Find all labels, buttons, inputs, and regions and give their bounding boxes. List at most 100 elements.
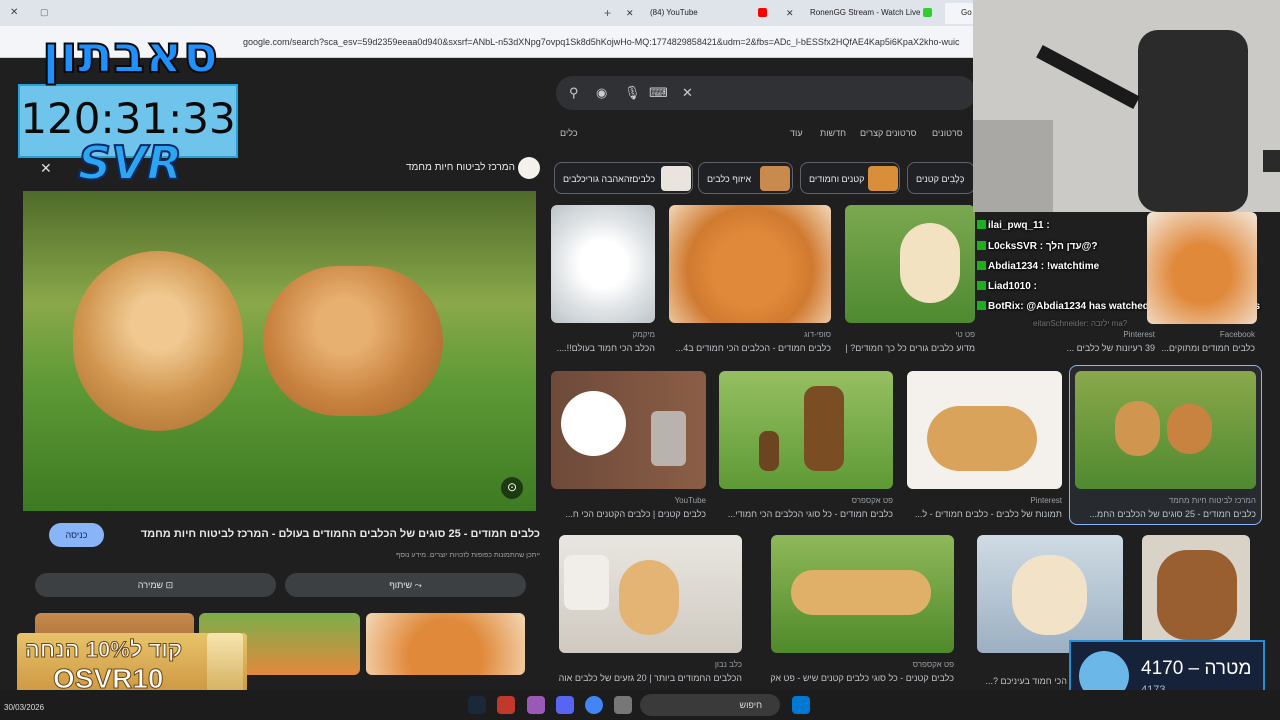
chat-user: L0cksSVR	[988, 241, 1037, 252]
result-image[interactable]	[845, 205, 975, 323]
tab-tools[interactable]: כלים	[560, 128, 578, 138]
tab-google[interactable]: Go	[945, 3, 975, 24]
result-image[interactable]	[551, 205, 655, 323]
result-image[interactable]	[907, 371, 1062, 489]
result-caption[interactable]: כלבים חמודים - הכלבים הכי חמודים ב4...	[669, 343, 831, 353]
site-logo-icon	[518, 157, 540, 179]
tab-label: (84) YouTube	[650, 8, 698, 17]
lens-search-icon[interactable]: ⊙	[501, 477, 523, 499]
search-nav-tabs: סרטונים סרטונים קצרים חדשות עוד כלים	[560, 128, 970, 142]
result-caption[interactable]: כלבים חמודים - כל סוגי הכלבים הכי חמודי.…	[719, 509, 893, 519]
chat-text: !watchtime	[1046, 261, 1100, 272]
subathon-logo: סאבתון	[41, 24, 219, 86]
chat-ghost-line: eitanSchneider: ילזבה ma?	[1033, 319, 1128, 328]
discord-icon[interactable]	[556, 696, 574, 714]
result-source: Facebook	[1219, 330, 1255, 339]
chip[interactable]: כלביםזהאהבה גוריכלבים	[554, 162, 693, 194]
tab-youtube[interactable]: ✕ (84) YouTube	[620, 3, 770, 24]
chip-thumbnail	[868, 166, 898, 191]
preview-image[interactable]: ⊙	[23, 191, 536, 511]
result-caption[interactable]: הכלב הכי חמוד בעולם!!....	[551, 343, 655, 353]
related-thumbnail[interactable]	[366, 613, 525, 675]
share-icon: ⤳	[414, 580, 422, 590]
result-source: Pinterest	[1123, 330, 1155, 339]
result-caption[interactable]: תמונות של כלבים - כלבים חמודים - ל...	[907, 509, 1062, 519]
related-chips: כְּלָבִים קטנים קטנים וחמודים איזוף כלבי…	[535, 162, 975, 194]
url-text[interactable]: google.com/search?sca_esv=59d2359eeaa0d9…	[243, 37, 973, 47]
result-caption[interactable]: כלבים קטנים - כל סוגי כלבים קטנים שיש - …	[771, 673, 954, 683]
search-label: חיפוש	[739, 700, 762, 710]
result-caption[interactable]: הכלבים החמודים ביותר | 20 גזעים של כלבים…	[559, 673, 742, 683]
preview-site-name[interactable]: המרכז לביטוח חיות מחמד	[345, 162, 515, 173]
badge-icon	[977, 261, 986, 270]
svr-logo: SVR	[77, 135, 183, 191]
taskbar-search[interactable]: חיפוש	[640, 694, 780, 716]
result-image[interactable]	[1147, 212, 1257, 324]
badge-icon	[977, 220, 986, 229]
webcam-feed	[973, 0, 1280, 212]
badge-icon	[977, 301, 986, 310]
result-source: פט אקספרס	[912, 660, 954, 669]
close-icon[interactable]: ✕	[40, 160, 52, 177]
new-tab-icon[interactable]: +	[604, 6, 611, 20]
clear-icon[interactable]: ✕	[682, 85, 693, 101]
result-source: פט אקספרס	[851, 496, 893, 505]
visit-button[interactable]: כניסה	[49, 523, 104, 547]
result-caption[interactable]: מדוע כלבים גורים כל כך חמודים? | Petnet	[845, 343, 975, 353]
chrome-icon[interactable]	[585, 696, 603, 714]
result-image[interactable]	[977, 535, 1123, 653]
tab-more[interactable]: עוד	[790, 128, 803, 138]
app-icon[interactable]	[527, 696, 545, 714]
tab-news[interactable]: חדשות	[820, 128, 846, 138]
result-image[interactable]	[559, 535, 742, 653]
app-icon[interactable]	[614, 696, 632, 714]
taskbar: 30/03/2026 חיפוש	[0, 690, 1280, 720]
tab-stream[interactable]: ✕ RonenGG Stream - Watch Live	[780, 3, 945, 24]
search-icon[interactable]: ⚲	[569, 85, 579, 101]
tab-label: Go	[961, 8, 972, 17]
result-source: YouTube	[674, 496, 706, 505]
result-caption[interactable]: הכי חמוד בעיניכם ?...	[977, 676, 1067, 686]
lens-icon[interactable]: ◉	[596, 85, 607, 101]
result-source: כלב נבון	[714, 660, 742, 669]
chip-label: איזוף כלבים	[707, 174, 752, 184]
promo-text: קוד ל10% הנחה	[24, 637, 183, 663]
result-source: סופי-דוג	[804, 330, 831, 339]
bookmark-icon: ⊡	[165, 580, 174, 590]
close-icon[interactable]: ✕	[10, 7, 18, 18]
tab-close-icon[interactable]: ✕	[786, 8, 794, 19]
result-image[interactable]	[771, 535, 954, 653]
tab-shorts[interactable]: סרטונים קצרים	[860, 128, 916, 138]
chat-user: Liad1010	[988, 281, 1031, 292]
result-caption[interactable]: 39 רעיונות של כלבים ...	[1040, 343, 1155, 353]
result-image[interactable]	[719, 371, 893, 489]
app-icon[interactable]	[497, 696, 515, 714]
search-box[interactable]: ⚲ ◉ 🎙 ⌨ ✕	[556, 76, 976, 110]
result-caption[interactable]: כלבים חמודים - 25 סוגים של הכלבים החמ...	[1075, 509, 1256, 519]
save-button[interactable]: שמירה ⊡	[35, 573, 276, 597]
tab-videos[interactable]: סרטונים	[932, 128, 963, 138]
result-caption[interactable]: כלבים חמודים ומתוקים...	[1160, 343, 1255, 353]
windows-start-icon[interactable]	[792, 696, 810, 714]
result-image[interactable]	[669, 205, 831, 323]
mic-icon[interactable]: 🎙	[624, 85, 641, 101]
taskbar-date: 30/03/2026	[4, 703, 45, 712]
result-image[interactable]	[1142, 535, 1250, 653]
chip[interactable]: כְּלָבִים קטנים	[907, 162, 975, 194]
chip-label: כְּלָבִים קטנים	[916, 174, 965, 184]
tab-close-icon[interactable]: ✕	[626, 8, 634, 19]
chip[interactable]: איזוף כלבים	[698, 162, 793, 194]
chip-thumbnail	[760, 166, 790, 191]
kick-icon	[923, 8, 932, 17]
preview-title[interactable]: כלבים חמודים - 25 סוגים של הכלבים החמודי…	[115, 528, 540, 540]
chip[interactable]: קטנים וחמודים	[800, 162, 900, 194]
keyboard-icon[interactable]: ⌨	[649, 85, 668, 101]
result-source: Pinterest	[1030, 496, 1062, 505]
result-image[interactable]	[1075, 371, 1256, 489]
result-image[interactable]	[551, 371, 706, 489]
share-button[interactable]: שיתוף ⤳	[285, 573, 526, 597]
steam-icon[interactable]	[468, 696, 486, 714]
restore-icon[interactable]: ▢	[40, 7, 49, 18]
chat-message: Abdia1234 : !watchtime	[977, 261, 1099, 272]
result-caption[interactable]: כלבים קטנים | כלבים הקטנים הכי ח...	[551, 509, 706, 519]
